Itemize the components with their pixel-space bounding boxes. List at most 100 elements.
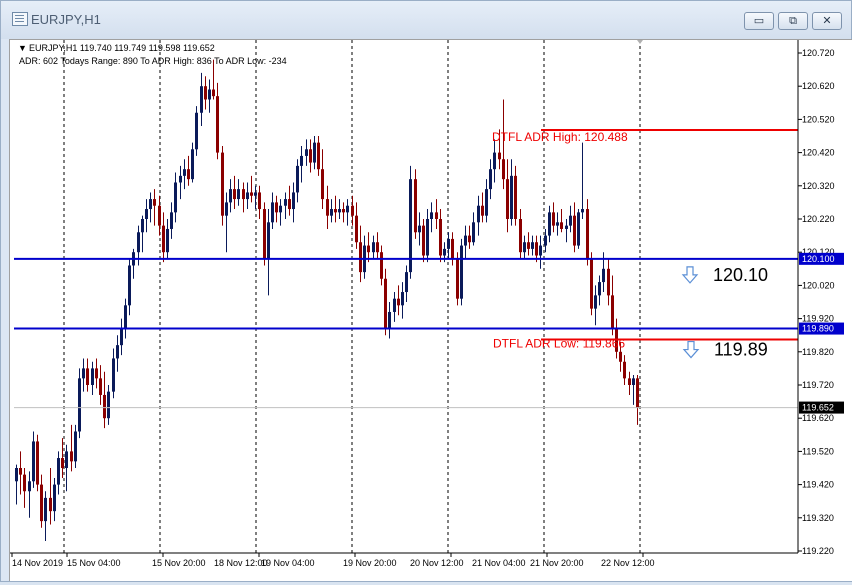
level-119890-label: 119.890 bbox=[802, 324, 834, 334]
candle bbox=[15, 464, 18, 505]
candle bbox=[527, 232, 530, 256]
candle-body bbox=[99, 378, 102, 395]
price-tick-label: 120.420 bbox=[802, 148, 835, 158]
candle bbox=[263, 202, 266, 266]
candle bbox=[430, 202, 433, 233]
candle-body bbox=[594, 295, 597, 309]
candle-body bbox=[292, 192, 295, 210]
candle-body bbox=[443, 248, 446, 256]
candle bbox=[422, 219, 425, 263]
candle-body bbox=[611, 295, 614, 329]
candle-body bbox=[70, 451, 73, 462]
candle bbox=[586, 199, 589, 266]
candle bbox=[577, 209, 580, 249]
candle-body bbox=[602, 268, 605, 283]
candle bbox=[342, 202, 345, 223]
candle bbox=[70, 424, 73, 472]
price-tick-label: 119.220 bbox=[802, 546, 834, 556]
candle-body bbox=[170, 212, 173, 229]
candle bbox=[225, 192, 228, 253]
candle bbox=[44, 491, 47, 542]
candle-body bbox=[200, 86, 203, 113]
candle bbox=[598, 275, 601, 306]
time-tick-label: 20 Nov 12:00 bbox=[410, 558, 464, 568]
time-tick-label: 18 Nov 12:00 bbox=[214, 558, 268, 568]
candle bbox=[565, 219, 568, 243]
candle bbox=[74, 424, 77, 468]
candle bbox=[334, 195, 337, 223]
candle-body bbox=[342, 209, 345, 213]
candle-body bbox=[338, 209, 341, 213]
candle bbox=[359, 225, 362, 283]
candle-body bbox=[619, 351, 622, 362]
candle-body bbox=[74, 431, 77, 462]
candle-body bbox=[422, 225, 425, 256]
candle bbox=[153, 189, 156, 226]
candle-body bbox=[552, 212, 555, 226]
candle bbox=[539, 235, 542, 269]
candle-body bbox=[229, 189, 232, 203]
candle bbox=[237, 179, 240, 206]
chart-area[interactable]: DTFL ADR High: 120.488 DTFL ADR Low: 119.… bbox=[9, 39, 852, 581]
candle bbox=[86, 358, 89, 392]
candle-body bbox=[607, 268, 610, 296]
title-bar[interactable]: EURJPY,H1 ▭ ⧉ ✕ bbox=[1, 1, 851, 39]
candle-body bbox=[527, 242, 530, 249]
candle-body bbox=[288, 199, 291, 210]
candle-body bbox=[581, 209, 584, 213]
candle-body bbox=[124, 305, 127, 329]
time-tick-label: 19 Nov 04:00 bbox=[261, 558, 315, 568]
candle bbox=[367, 232, 370, 263]
candle-body bbox=[300, 155, 303, 166]
candle bbox=[128, 258, 131, 316]
candle bbox=[216, 82, 219, 160]
candle bbox=[204, 76, 207, 110]
time-tick-label: 22 Nov 12:00 bbox=[601, 558, 655, 568]
price-tick-label: 120.720 bbox=[802, 48, 835, 58]
minimize-button[interactable]: ▭ bbox=[744, 12, 774, 30]
candle-body bbox=[141, 219, 144, 233]
candle bbox=[19, 451, 22, 495]
candle-body bbox=[393, 298, 396, 312]
candle-body bbox=[405, 272, 408, 293]
candle-body bbox=[560, 222, 563, 229]
candle-body bbox=[514, 175, 517, 219]
close-button[interactable]: ✕ bbox=[812, 12, 842, 30]
candle-body bbox=[263, 209, 266, 259]
time-tick-label: 21 Nov 20:00 bbox=[530, 558, 584, 568]
candle-body bbox=[447, 238, 450, 249]
candle-body bbox=[191, 149, 194, 180]
candle-body bbox=[19, 468, 22, 475]
candle bbox=[221, 145, 224, 226]
candle-body bbox=[86, 368, 89, 385]
candle bbox=[275, 195, 278, 223]
candle bbox=[116, 335, 119, 372]
chart-window[interactable]: EURJPY,H1 ▭ ⧉ ✕ DTFL ADR High: 120.488 DT… bbox=[0, 0, 852, 582]
candle-body bbox=[556, 222, 559, 226]
candle bbox=[82, 358, 85, 392]
candle-body bbox=[250, 192, 253, 196]
candle bbox=[514, 165, 517, 226]
candle bbox=[200, 72, 203, 127]
candle-body bbox=[296, 165, 299, 193]
candle-body bbox=[510, 175, 513, 219]
chart-info-line: EURJPY,H1 119.740 119.749 119.598 119.65… bbox=[29, 43, 215, 53]
price-axis[interactable]: 120.720 120.620 120.520 120.420 120.320 120.2… bbox=[797, 40, 844, 556]
candle-body bbox=[179, 175, 182, 183]
candle bbox=[166, 219, 169, 259]
candle-body bbox=[145, 209, 148, 219]
candle bbox=[300, 145, 303, 183]
candlestick-chart[interactable]: DTFL ADR High: 120.488 DTFL ADR Low: 119.… bbox=[10, 40, 852, 581]
candle-body bbox=[23, 474, 26, 492]
candle-body bbox=[82, 368, 85, 379]
annotation-label: 120.10 bbox=[713, 265, 768, 285]
candle-body bbox=[204, 86, 207, 100]
candle-body bbox=[103, 394, 106, 419]
candle bbox=[573, 202, 576, 253]
restore-button[interactable]: ⧉ bbox=[778, 12, 808, 30]
candle bbox=[414, 169, 417, 239]
symbol-menu-icon[interactable]: ▼ bbox=[18, 43, 27, 53]
candle-body bbox=[376, 242, 379, 253]
candle-body bbox=[61, 458, 64, 468]
candle bbox=[623, 355, 626, 385]
